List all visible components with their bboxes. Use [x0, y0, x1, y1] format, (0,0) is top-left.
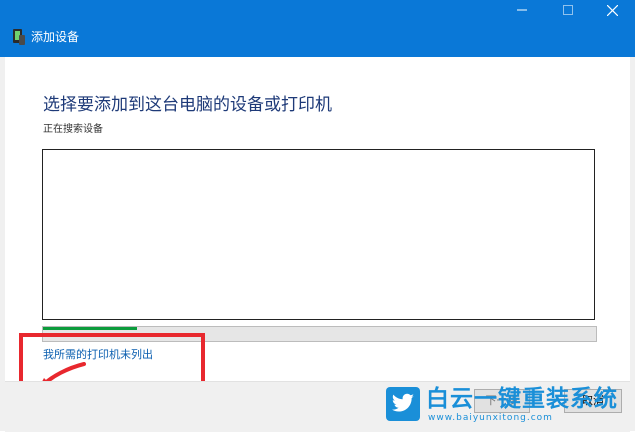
minimize-button[interactable] [500, 0, 544, 20]
maximize-button[interactable] [546, 0, 590, 20]
search-status: 正在搜索设备 [43, 124, 103, 135]
twitter-bird-icon [386, 387, 420, 421]
minimize-icon [517, 9, 527, 11]
watermark-url: www.baiyunxitong.com [428, 413, 553, 423]
progress-fill [43, 327, 137, 330]
close-icon [606, 4, 618, 16]
maximize-icon [563, 5, 573, 15]
page-heading: 选择要添加到这台电脑的设备或打印机 [43, 95, 332, 115]
window-border-right [630, 57, 635, 431]
devices-icon [13, 29, 25, 45]
title-bar: 添加设备 [0, 0, 635, 57]
watermark: 白云一键重装系统 www.baiyunxitong.com [384, 385, 630, 427]
window-title: 添加设备 [31, 30, 80, 44]
close-button[interactable] [590, 0, 634, 20]
device-list[interactable] [42, 149, 595, 320]
watermark-title: 白云一键重装系统 [426, 386, 618, 412]
